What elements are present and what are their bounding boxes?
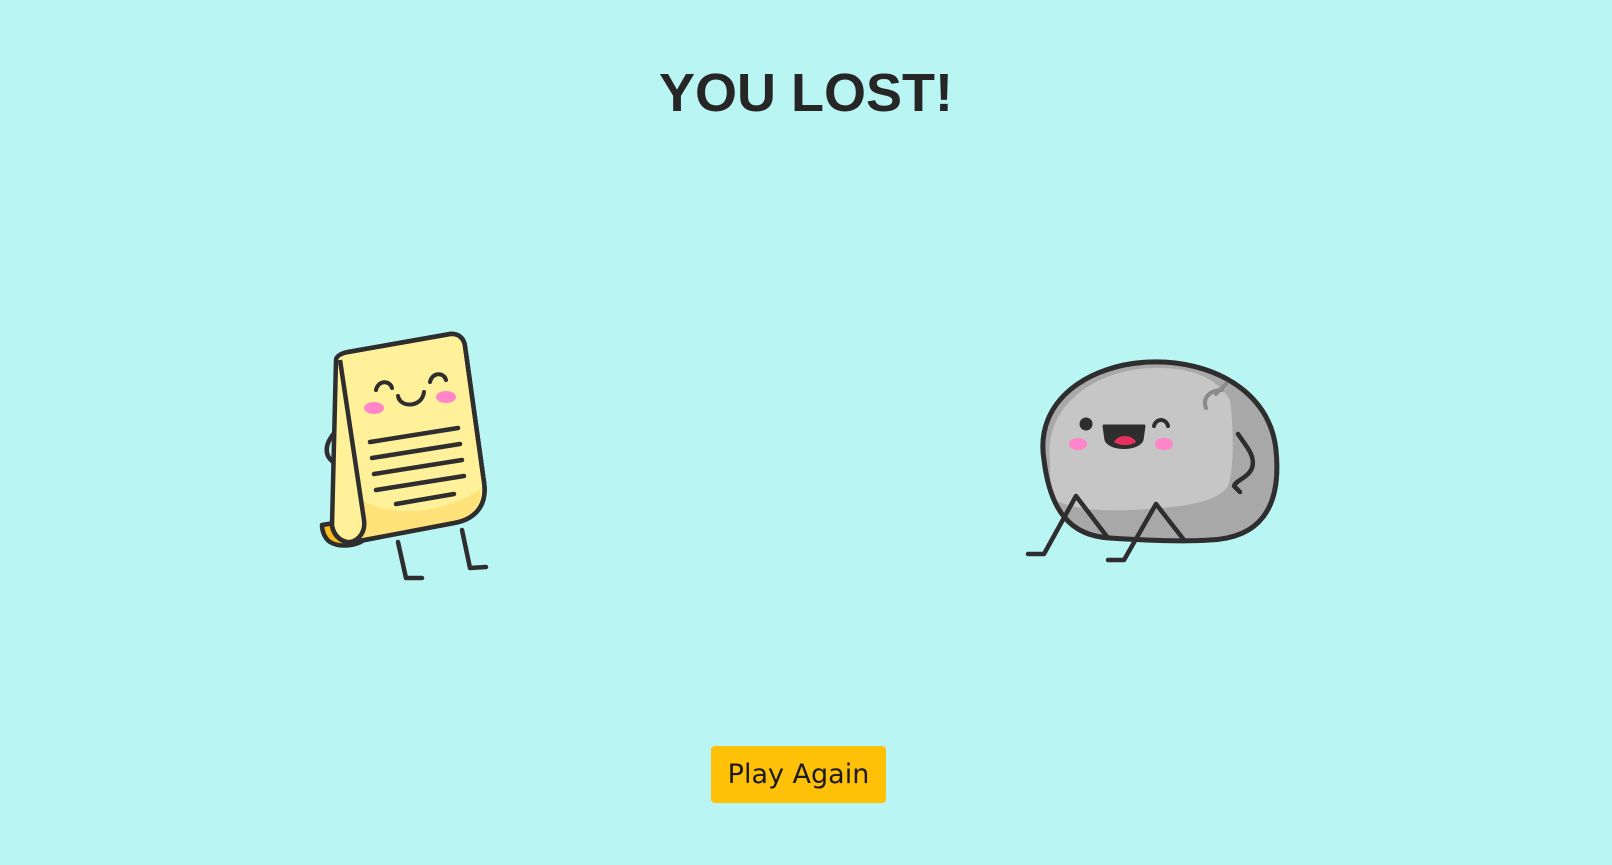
result-title: YOU LOST!: [659, 63, 953, 123]
opponent-choice: [1020, 350, 1290, 570]
rock-character-icon: [1025, 359, 1280, 563]
paper-character-icon: [319, 331, 489, 581]
play-again-button[interactable]: Play Again: [711, 746, 886, 803]
player-choice: [318, 330, 508, 590]
